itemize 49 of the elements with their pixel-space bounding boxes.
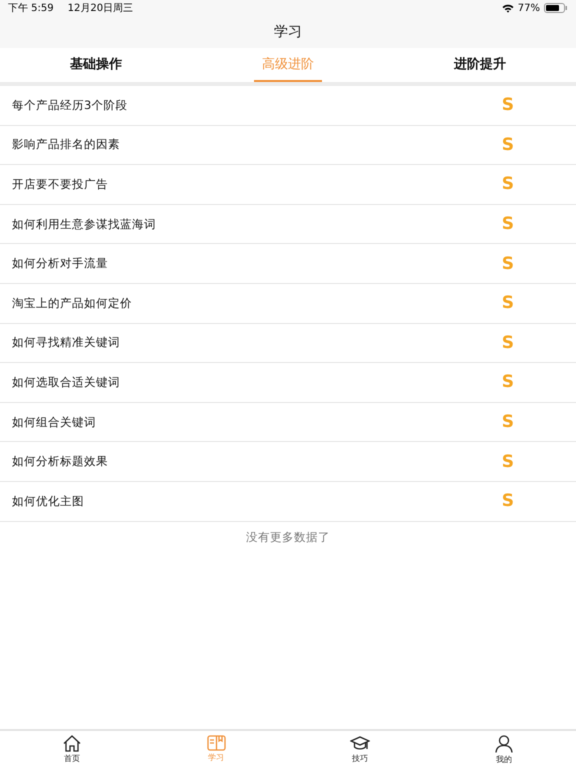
s-mark: S (502, 332, 514, 353)
list-footer: 没有更多数据了 (246, 530, 330, 545)
row-title: 如何寻找精准关键词 (12, 335, 121, 350)
s-mark: S (502, 134, 514, 155)
s-mark: S (502, 372, 514, 392)
list-row[interactable]: 如何分析对手流量 S (0, 244, 576, 284)
status-time: 下午 5:59 (8, 2, 54, 15)
list-row[interactable]: 如何选取合适关键词 S (0, 363, 576, 403)
s-mark: S (502, 412, 514, 432)
row-title: 如何分析标题效果 (12, 454, 109, 470)
wifi-icon (502, 4, 514, 12)
row-title: 淘宝上的产品如何定价 (12, 296, 133, 311)
list-row[interactable]: 影响产品排名的因素 S (0, 126, 576, 166)
s-mark: S (502, 293, 514, 314)
status-date: 12月20日周三 (68, 2, 134, 15)
list-row[interactable]: 如何分析标题效果 S (0, 442, 576, 482)
list-row[interactable]: 开店要不要投广告 S (0, 165, 576, 205)
tab-bar-item[interactable]: 首页 (63, 731, 81, 768)
house-icon (63, 735, 81, 752)
row-title: 如何利用生意参谋找蓝海词 (12, 216, 157, 232)
tab[interactable]: 进阶提升 (446, 48, 514, 82)
graduation-cap-icon (350, 735, 370, 752)
row-title: 开店要不要投广告 (12, 176, 109, 192)
s-mark: S (502, 452, 514, 472)
list-row[interactable]: 每个产品经历3个阶段 S (0, 86, 576, 126)
row-title: 如何优化主图 (12, 494, 85, 509)
s-mark: S (502, 174, 514, 194)
list-row[interactable]: 如何优化主图 S (0, 482, 576, 522)
battery-percent: 77% (518, 2, 540, 14)
tab[interactable]: 基础操作 (62, 48, 130, 82)
person-icon (495, 735, 513, 753)
list-row[interactable]: 如何寻找精准关键词 S (0, 324, 576, 364)
row-title: 影响产品排名的因素 (12, 137, 121, 152)
book-icon (206, 735, 226, 751)
nav-title: 学习 (273, 23, 303, 42)
s-mark: S (502, 254, 514, 274)
tab-bar-item[interactable]: 我的 (495, 731, 513, 768)
tab-bar-item[interactable]: 技巧 (350, 731, 370, 768)
s-mark: S (502, 214, 514, 234)
row-title: 每个产品经历3个阶段 (12, 98, 128, 113)
s-mark: S (502, 95, 514, 116)
row-title: 如何分析对手流量 (12, 256, 109, 272)
list-row[interactable]: 如何利用生意参谋找蓝海词 S (0, 204, 576, 244)
battery-icon (544, 3, 568, 13)
row-title: 如何选取合适关键词 (12, 374, 121, 390)
list-row[interactable]: 如何组合关键词 S (0, 402, 576, 442)
row-title: 如何组合关键词 (12, 414, 97, 430)
list-row[interactable]: 淘宝上的产品如何定价 S (0, 284, 576, 324)
s-mark: S (502, 491, 514, 512)
